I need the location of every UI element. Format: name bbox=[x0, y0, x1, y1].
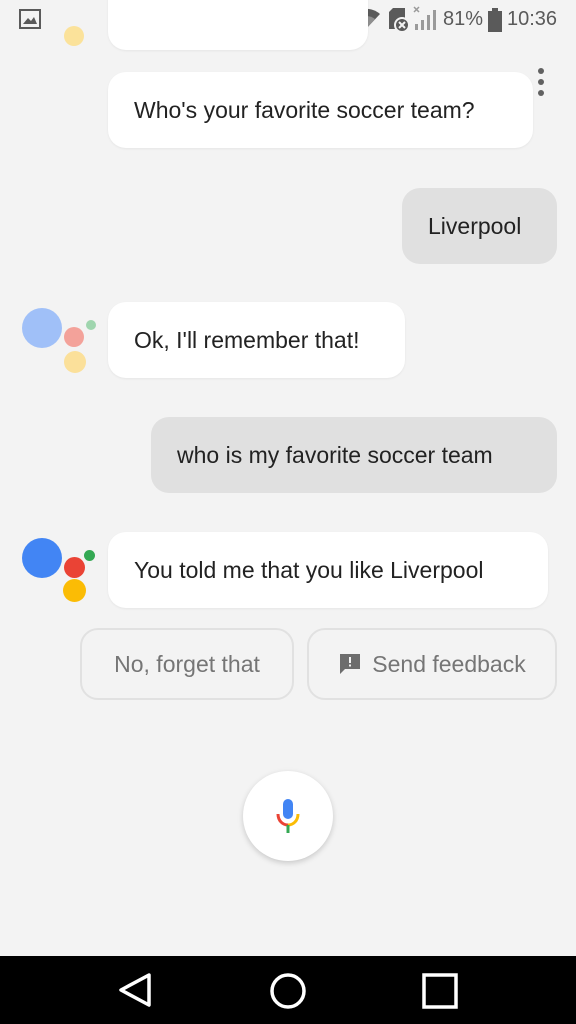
assistant-message-answer: You told me that you like Liverpool bbox=[108, 532, 548, 608]
user-message-query: who is my favorite soccer team bbox=[151, 417, 557, 493]
signal-icon bbox=[413, 6, 439, 37]
back-icon[interactable] bbox=[117, 972, 153, 1013]
assistant-message-text: You told me that you like Liverpool bbox=[134, 556, 484, 583]
overflow-menu-icon[interactable] bbox=[532, 68, 550, 98]
assistant-message-question: Who's your favorite soccer team? bbox=[108, 72, 533, 148]
recents-icon[interactable] bbox=[422, 973, 458, 1014]
feedback-icon bbox=[338, 652, 362, 676]
assistant-message-text: Who's your favorite soccer team? bbox=[134, 96, 475, 123]
assistant-logo-icon bbox=[22, 303, 96, 375]
microphone-icon bbox=[275, 798, 301, 834]
assistant-screen: 81% 10:36 Who's your favorite soccer tea… bbox=[0, 0, 576, 1024]
user-message-text: who is my favorite soccer team bbox=[177, 441, 493, 468]
send-feedback-chip[interactable]: Send feedback bbox=[307, 628, 557, 700]
chip-label: No, forget that bbox=[114, 650, 260, 677]
microphone-button[interactable] bbox=[243, 771, 333, 861]
chip-label: Send feedback bbox=[372, 650, 526, 677]
sd-card-icon bbox=[387, 7, 411, 38]
status-time: 10:36 bbox=[507, 8, 558, 30]
battery-percent: 81% bbox=[443, 8, 484, 30]
assistant-logo-partial bbox=[22, 0, 94, 46]
navigation-bar bbox=[0, 956, 576, 1024]
assistant-message-ack: Ok, I'll remember that! bbox=[108, 302, 405, 378]
home-icon[interactable] bbox=[269, 972, 307, 1015]
user-message-liverpool: Liverpool bbox=[402, 188, 557, 264]
previous-assistant-bubble bbox=[108, 0, 368, 50]
assistant-message-text: Ok, I'll remember that! bbox=[134, 326, 360, 353]
user-message-text: Liverpool bbox=[428, 212, 522, 239]
assistant-logo-icon bbox=[22, 533, 95, 605]
forget-that-chip[interactable]: No, forget that bbox=[80, 628, 294, 700]
battery-icon bbox=[488, 8, 502, 37]
